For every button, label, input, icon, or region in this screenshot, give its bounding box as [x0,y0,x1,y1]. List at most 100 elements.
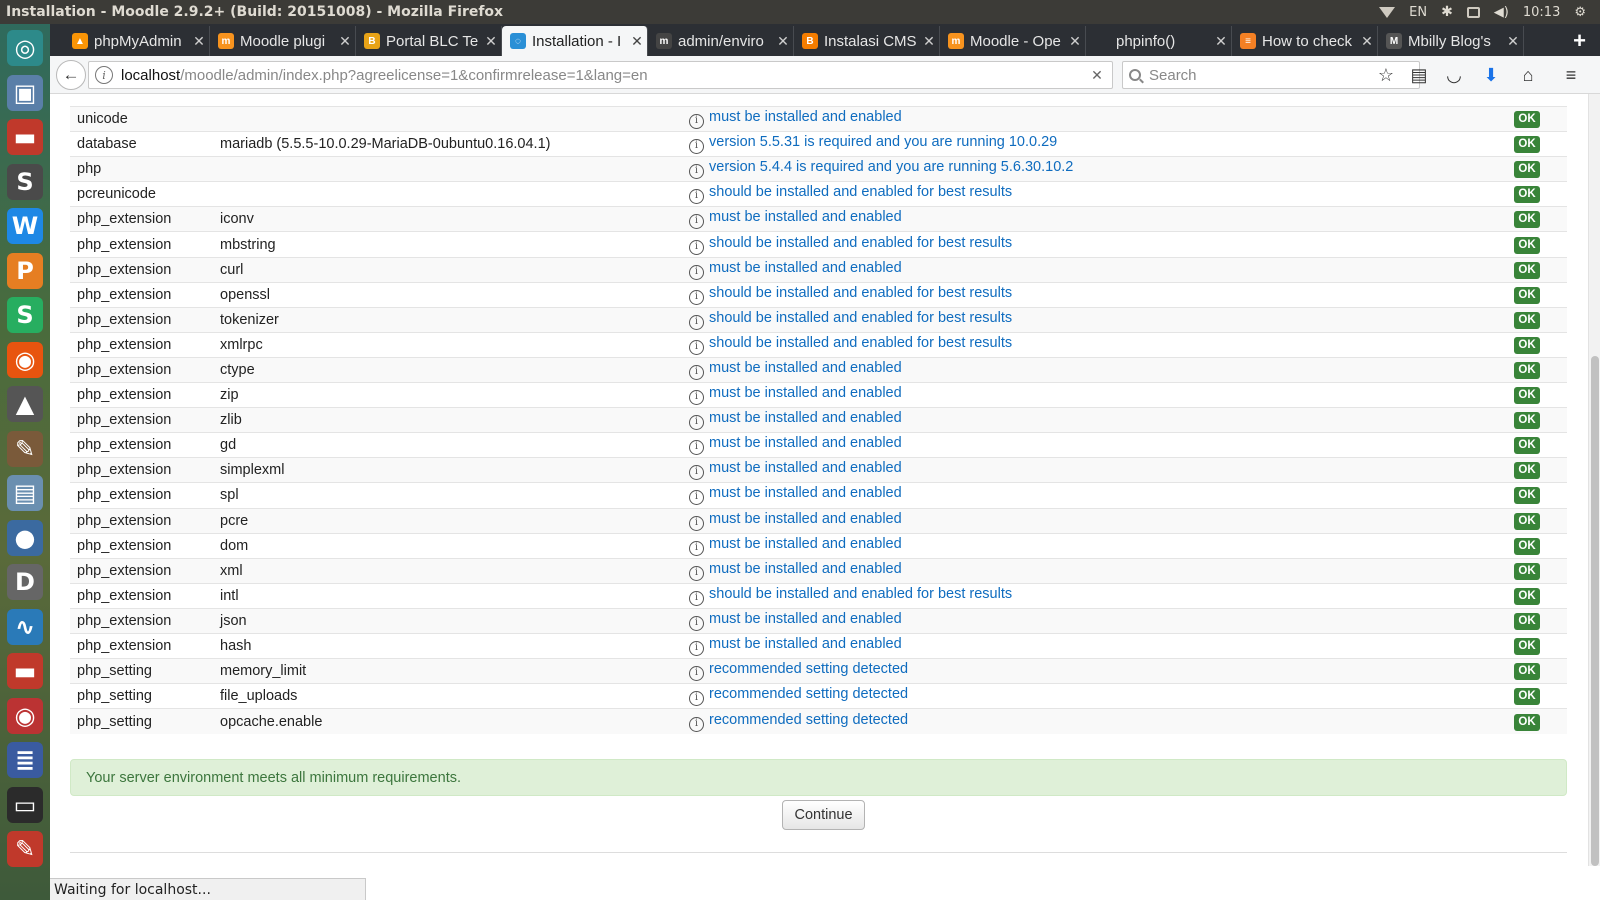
info-circle-icon[interactable]: i [689,440,704,456]
info-circle-icon[interactable]: i [689,239,704,255]
files-icon[interactable]: ▬ [7,119,43,155]
info-circle-icon[interactable]: i [689,264,704,280]
new-tab-plus-icon[interactable]: + [1573,28,1586,54]
scrollbar-thumb[interactable] [1591,356,1599,866]
tab-10[interactable]: M Mbilly Blog's ✕ [1378,26,1524,56]
info-circle-icon[interactable]: i [689,515,704,531]
info-circle-icon[interactable]: i [689,214,704,230]
tab-6[interactable]: B Instalasi CMS ✕ [794,26,940,56]
tab-close-icon[interactable]: ✕ [1503,33,1523,50]
bookmarks-list-icon[interactable]: ▤ [1408,64,1430,86]
terminal-icon[interactable]: ▭ [7,786,43,823]
info-circle-icon[interactable]: i [689,691,704,707]
tab-close-icon[interactable]: ✕ [189,33,209,50]
menu-hamburger-icon[interactable]: ≡ [1560,64,1582,86]
tab-1[interactable]: ▲ phpMyAdmin ✕ [64,26,210,56]
screen-recorder-icon[interactable]: ▬ [7,653,43,689]
draw-icon[interactable]: ✎ [7,831,43,867]
settings-gear-icon[interactable]: ⚙ [1574,5,1586,20]
status-badge: OK [1514,311,1540,329]
back-arrow-icon[interactable]: ← [56,60,86,90]
home-icon[interactable]: ⌂ [1517,64,1539,86]
keyboard-language[interactable]: EN [1409,5,1427,20]
inkscape-icon[interactable]: ✎ [7,430,43,467]
clock[interactable]: 10:13 [1523,5,1560,20]
tab-4[interactable]: ◌ Installation - I ✕ [502,26,648,56]
sublime-icon[interactable]: S [7,163,43,200]
check-report-cell: i should be installed and enabled for bes… [682,306,1487,333]
tab-9[interactable]: ≡ How to check ✕ [1232,26,1378,56]
info-circle-icon[interactable]: i [689,415,704,431]
screenshot-icon[interactable]: ▣ [7,74,43,111]
info-circle-icon[interactable]: i [689,716,704,732]
firefox-icon[interactable]: ◉ [7,341,43,378]
check-info: zip [213,382,682,408]
battery-icon[interactable] [1466,6,1480,18]
maps-icon[interactable]: ● [7,519,43,556]
site-info-icon[interactable]: i [95,66,113,84]
wifi-icon[interactable] [1379,6,1396,18]
continue-button[interactable]: Continue [782,800,865,830]
tab-close-icon[interactable]: ✕ [773,33,793,50]
info-circle-icon[interactable]: i [689,390,704,406]
info-circle-icon[interactable]: i [689,289,704,305]
clear-url-icon[interactable]: ✕ [1082,67,1112,84]
tab-3[interactable]: B Portal BLC Te ✕ [356,26,502,56]
text-editor-icon[interactable]: ≣ [7,742,43,778]
tab-close-icon[interactable]: ✕ [335,33,355,50]
tab-close-icon[interactable]: ✕ [1357,33,1377,50]
archive-icon[interactable]: ▤ [7,475,43,511]
bookmark-star-icon[interactable]: ☆ [1375,64,1397,86]
tab-close-icon[interactable]: ✕ [481,33,501,50]
s-app-icon[interactable]: S [7,297,43,333]
info-circle-icon[interactable]: i [689,164,704,180]
info-circle-icon[interactable]: i [689,666,704,682]
url-bar[interactable]: i localhost/moodle/admin/index.php?agree… [88,61,1113,89]
check-status-cell: OK [1487,206,1567,232]
tab-7[interactable]: m Moodle - Ope ✕ [940,26,1086,56]
info-circle-icon[interactable]: i [689,641,704,657]
info-circle-icon[interactable]: i [689,364,704,380]
check-info: simplexml [213,457,682,483]
volume-icon[interactable]: ◀) [1494,5,1509,20]
tab-close-icon[interactable]: ✕ [1211,33,1231,50]
downloads-arrow-icon[interactable]: ⬇ [1480,64,1502,86]
info-circle-icon[interactable]: i [689,540,704,556]
monitor-icon[interactable]: ∿ [7,608,43,645]
d-app-icon[interactable]: D [7,564,43,600]
info-circle-icon[interactable]: i [689,590,704,606]
info-circle-icon[interactable]: i [689,465,704,481]
info-circle-icon[interactable]: i [689,139,704,155]
info-circle-icon[interactable]: i [689,314,704,330]
check-report-cell: i must be installed and enabled [682,382,1487,408]
tab-close-icon[interactable]: ✕ [919,33,939,50]
phpstorm-icon[interactable]: P [7,252,43,289]
pocket-icon[interactable]: ◡ [1443,64,1465,86]
tab-8[interactable]: phpinfo() ✕ [1086,26,1232,56]
info-circle-icon[interactable]: i [689,189,704,205]
page-scrollbar[interactable] [1588,94,1600,866]
tab-close-icon[interactable]: ✕ [1065,33,1085,50]
info-circle-icon[interactable]: i [689,114,704,130]
status-badge: OK [1514,361,1540,379]
upload-icon[interactable]: ▲ [7,386,43,422]
tab-label: Moodle plugi [240,32,326,50]
info-circle-icon[interactable]: i [689,339,704,355]
tab-5[interactable]: m admin/enviro ✕ [648,26,794,56]
info-circle-icon[interactable]: i [689,565,704,581]
status-badge: OK [1514,211,1540,229]
bluetooth-icon[interactable]: ✱ [1441,4,1453,20]
check-report-cell: i must be installed and enabled [682,407,1487,433]
status-badge: OK [1514,111,1540,129]
document-viewer-icon[interactable]: ◉ [7,697,43,734]
tab-close-icon[interactable]: ✕ [627,33,647,50]
check-name: php_extension [70,306,213,333]
tab-2[interactable]: m Moodle plugi ✕ [210,26,356,56]
dash-icon[interactable]: ◎ [7,30,43,66]
check-report: must be installed and enabled [709,435,902,452]
info-circle-icon[interactable]: i [689,615,704,631]
url-text[interactable]: localhost/moodle/admin/index.php?agreeli… [121,67,1082,84]
webstorm-icon[interactable]: W [7,208,43,244]
info-circle-icon[interactable]: i [689,490,704,506]
check-info [213,156,682,182]
